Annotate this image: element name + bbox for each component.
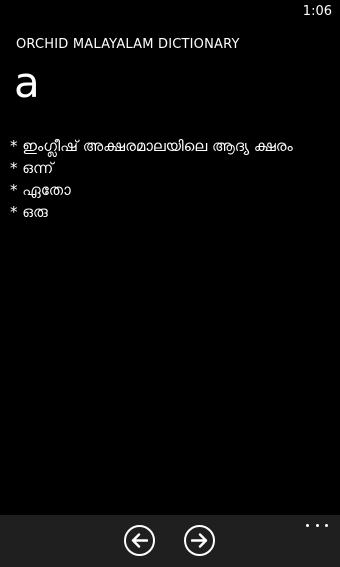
definition-list: * ഇംഗ്ലീഷ് അക്ഷരമാലയിലെ ആദ്യ ക്ഷരം * ഒന്… — [10, 135, 328, 223]
forward-button[interactable] — [184, 525, 215, 556]
ellipsis-dot — [325, 523, 328, 527]
ellipsis-dot — [306, 523, 309, 527]
definition-item: * ഒരു — [10, 203, 48, 221]
more-options-button[interactable] — [306, 519, 328, 531]
app-bar — [0, 515, 340, 567]
headword: a — [14, 58, 40, 107]
status-clock: 1:06 — [302, 4, 332, 19]
definition-item: * ഇംഗ്ലീഷ് അക്ഷരമാലയിലെ ആദ്യ ക്ഷരം — [10, 137, 293, 155]
back-button[interactable] — [124, 525, 155, 556]
definition-item: * ഒന്ന് — [10, 159, 54, 177]
app-title: ORCHID MALAYALAM DICTIONARY — [16, 37, 240, 52]
ellipsis-dot — [315, 523, 319, 527]
definition-item: * ഏതോ — [10, 181, 71, 199]
arrow-left-icon — [131, 533, 148, 548]
arrow-right-icon — [191, 533, 208, 548]
status-bar: 1:06 — [0, 0, 340, 24]
